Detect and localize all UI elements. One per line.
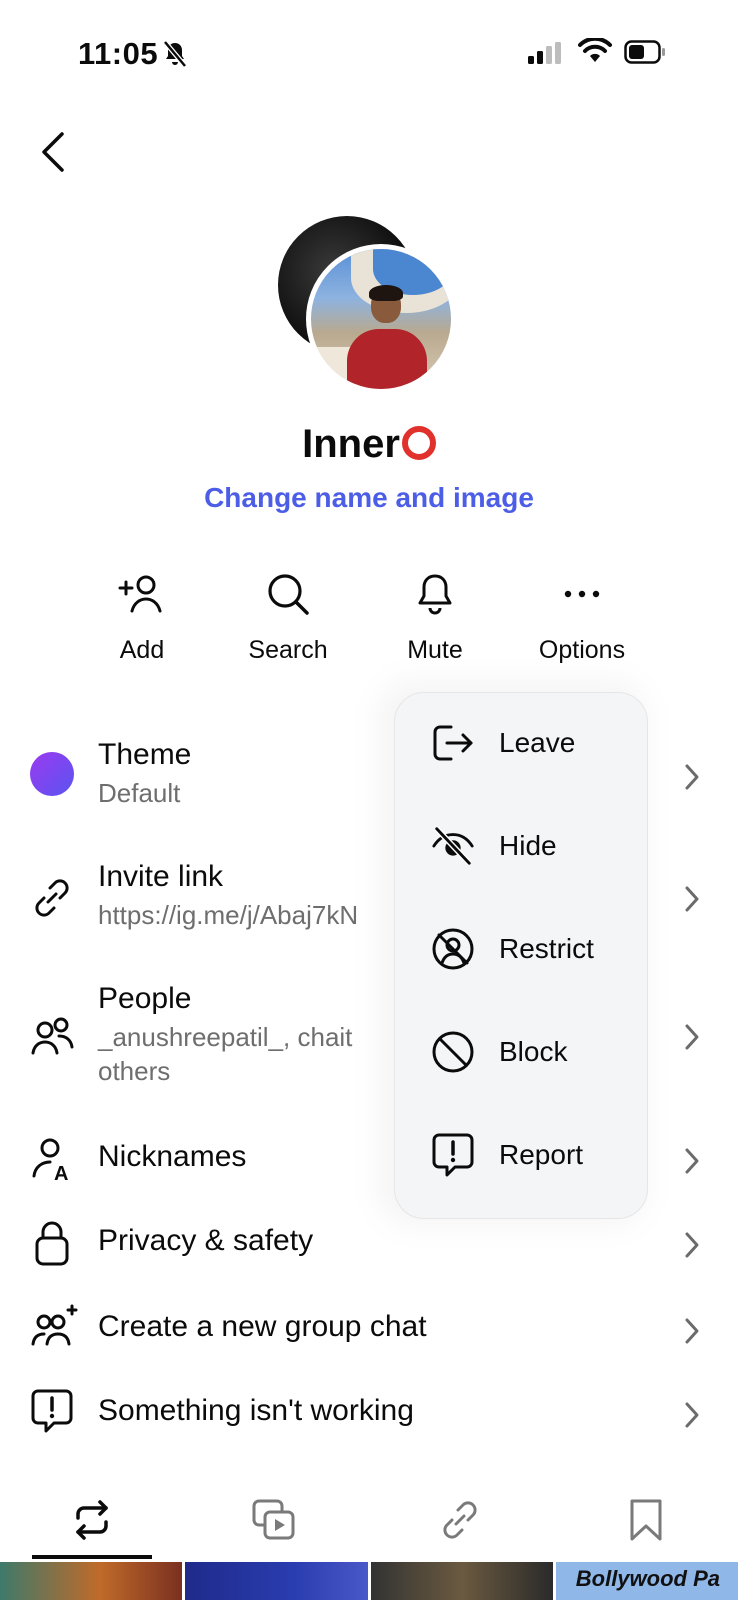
menu-restrict[interactable]: Restrict	[395, 899, 649, 999]
svg-text:A: A	[54, 1163, 68, 1182]
bell-off-icon	[163, 40, 187, 68]
search-button[interactable]: Search	[228, 566, 348, 665]
menu-restrict-label: Restrict	[499, 933, 594, 964]
chevron-right-icon	[685, 1024, 699, 1050]
media-thumbnail[interactable]	[370, 1562, 553, 1600]
menu-hide-label: Hide	[499, 830, 557, 861]
search-icon	[268, 574, 309, 615]
options-label: Options	[538, 636, 626, 664]
chevron-right-icon	[685, 764, 699, 790]
chevron-right-icon	[685, 886, 699, 912]
status-time: 11:05	[78, 36, 159, 71]
privacy-row[interactable]: Privacy & safety	[0, 1216, 738, 1276]
menu-report-label: Report	[499, 1139, 584, 1170]
invite-link-value: https://ig.me/j/Abaj7kN	[98, 900, 359, 930]
group-avatar[interactable]	[276, 214, 460, 398]
media-thumbnail[interactable]	[0, 1562, 183, 1600]
options-menu: Leave Hide Restrict Block Report	[394, 692, 648, 1219]
change-name-link[interactable]: Change name and image	[0, 482, 738, 514]
people-others: others	[98, 1056, 171, 1086]
chevron-right-icon	[685, 1148, 699, 1174]
repost-icon	[76, 1500, 108, 1540]
nicknames-title: Nicknames	[98, 1140, 247, 1173]
report-icon	[31, 1389, 73, 1433]
people-title: People	[98, 982, 192, 1015]
people-icon	[31, 1017, 74, 1055]
media-strip: Bollywood Pa	[0, 1562, 738, 1600]
privacy-title: Privacy & safety	[98, 1224, 314, 1257]
media-thumbnail[interactable]	[185, 1562, 368, 1600]
leave-icon	[433, 725, 473, 761]
add-group-icon	[31, 1304, 78, 1346]
menu-block-label: Block	[499, 1036, 568, 1067]
ring-emoji-icon	[401, 426, 436, 460]
thumbnail-caption: Bollywood Pa	[575, 1566, 720, 1591]
more-horizontal-icon	[564, 590, 600, 598]
bookmark-icon	[630, 1499, 662, 1541]
link-icon	[35, 879, 69, 917]
options-button[interactable]: Options	[522, 566, 642, 665]
add-person-icon	[118, 575, 162, 613]
nickname-icon: A	[32, 1138, 68, 1182]
status-bar: 11:05	[0, 0, 738, 100]
search-label: Search	[248, 636, 328, 664]
report-problem-row[interactable]: Something isn't working	[0, 1386, 738, 1446]
group-name: Inner	[0, 422, 738, 467]
chevron-right-icon	[685, 1402, 699, 1428]
action-bar: Add Search Mute Options	[0, 566, 738, 676]
battery-icon	[624, 40, 665, 64]
add-button[interactable]: Add	[82, 566, 202, 665]
bell-icon	[418, 574, 452, 615]
menu-hide[interactable]: Hide	[395, 796, 649, 896]
invite-link-title: Invite link	[98, 860, 224, 893]
chevron-right-icon	[685, 1232, 699, 1258]
avatar-primary	[306, 244, 456, 394]
media-icon	[252, 1499, 295, 1540]
wifi-icon	[578, 38, 612, 62]
eye-off-icon	[432, 826, 474, 866]
chevron-right-icon	[685, 1318, 699, 1344]
signal-icon	[528, 42, 561, 64]
theme-title: Theme	[98, 738, 192, 771]
active-tab-indicator	[32, 1555, 152, 1559]
restrict-icon	[432, 928, 474, 970]
report-problem-title: Something isn't working	[98, 1394, 414, 1427]
theme-value: Default	[98, 778, 181, 808]
mute-label: Mute	[407, 636, 463, 664]
menu-report[interactable]: Report	[395, 1105, 649, 1205]
link-icon	[443, 1501, 477, 1539]
media-thumbnail[interactable]: Bollywood Pa	[555, 1562, 738, 1600]
new-group-title: Create a new group chat	[98, 1310, 427, 1343]
media-tab-bar	[0, 1490, 738, 1560]
add-label: Add	[119, 636, 165, 664]
theme-swatch	[30, 752, 74, 796]
new-group-row[interactable]: Create a new group chat	[0, 1302, 738, 1362]
tab-reposts[interactable]	[62, 1490, 122, 1550]
mute-button[interactable]: Mute	[375, 566, 495, 665]
report-icon	[432, 1133, 474, 1177]
people-members: _anushreepatil_, chait	[98, 1022, 353, 1052]
menu-block[interactable]: Block	[395, 1002, 649, 1102]
tab-links[interactable]	[430, 1490, 490, 1550]
block-icon	[432, 1031, 474, 1073]
menu-leave-label: Leave	[499, 727, 576, 758]
back-icon[interactable]	[36, 128, 76, 176]
lock-icon	[35, 1221, 69, 1266]
menu-leave[interactable]: Leave	[395, 693, 649, 793]
tab-media[interactable]	[244, 1490, 304, 1550]
tab-saved[interactable]	[616, 1490, 676, 1550]
